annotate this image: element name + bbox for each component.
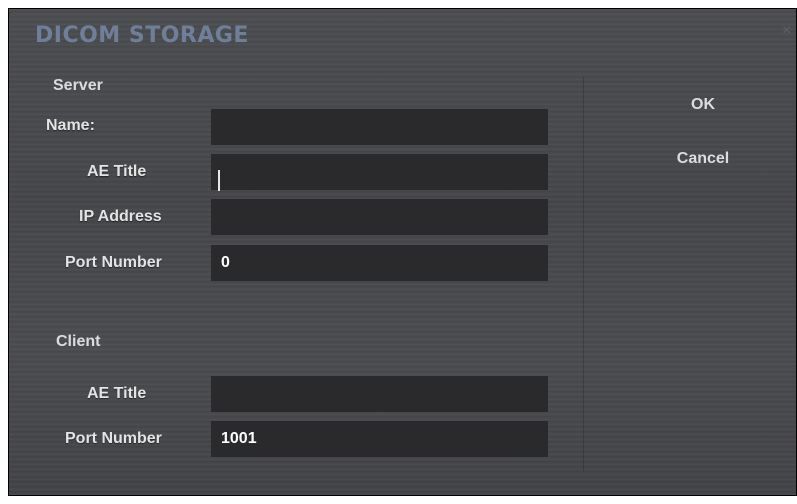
server-port-number-input[interactable] (211, 245, 548, 281)
server-ip-address-input[interactable] (211, 199, 548, 235)
server-port-number-label: Port Number (65, 254, 162, 271)
client-ae-title-label: AE Title (87, 385, 147, 402)
server-name-input[interactable] (211, 109, 548, 145)
client-section-title: Client (56, 333, 101, 350)
dialog-title: DICOM STORAGE (35, 23, 249, 48)
close-icon[interactable]: × (782, 23, 796, 39)
text-cursor (218, 170, 220, 191)
server-name-label: Name: (46, 117, 95, 134)
cancel-button[interactable]: Cancel (649, 145, 757, 173)
server-ae-title-input[interactable] (211, 154, 548, 190)
dicom-storage-dialog: DICOM STORAGE × Server Name: AE Title IP… (8, 8, 797, 496)
panel-divider (583, 77, 584, 471)
client-port-number-label: Port Number (65, 430, 162, 447)
server-section-title: Server (53, 77, 103, 94)
ok-button[interactable]: OK (649, 91, 757, 119)
client-port-number-input[interactable] (211, 421, 548, 457)
server-ip-address-label: IP Address (79, 208, 162, 225)
client-ae-title-input[interactable] (211, 376, 548, 412)
server-ae-title-label: AE Title (87, 163, 147, 180)
